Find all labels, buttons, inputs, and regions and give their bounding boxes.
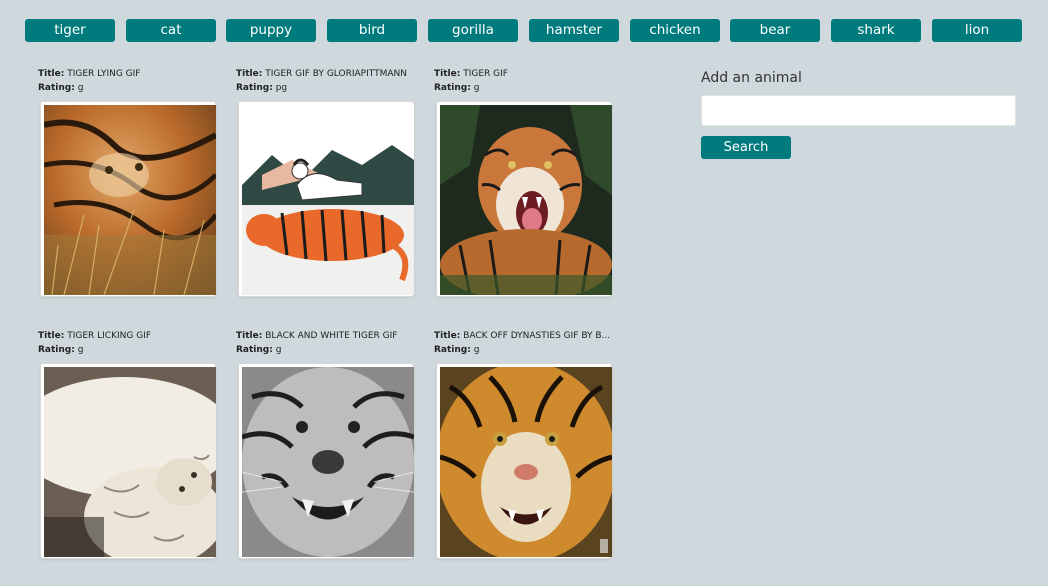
gif-frame[interactable] xyxy=(40,101,216,297)
gif-title: TIGER LYING GIF xyxy=(67,69,141,79)
gif-title-line: Title: TIGER GIF xyxy=(434,67,624,81)
animal-button-gorilla[interactable]: gorilla xyxy=(428,19,518,42)
gif-rating-line: Rating: g xyxy=(434,81,624,95)
animal-button-hamster[interactable]: hamster xyxy=(529,19,619,42)
add-animal-label: Add an animal xyxy=(701,70,802,86)
gif-frame[interactable] xyxy=(40,363,216,559)
gif-rating-line: Rating: g xyxy=(434,343,624,357)
gif-card: Title: TIGER LICKING GIF Rating: g xyxy=(38,329,228,569)
gif-title: BACK OFF DYNASTIES GIF BY B... xyxy=(463,331,611,341)
gif-title-line: Title: TIGER LYING GIF xyxy=(38,67,228,81)
gif-title-line: Title: TIGER GIF BY GLORIAPITTMANN xyxy=(236,67,426,81)
gif-title-label: Title: xyxy=(236,331,263,341)
gif-title-label: Title: xyxy=(434,69,461,79)
gif-card: Title: TIGER LYING GIF Rating: g xyxy=(38,67,228,307)
gif-title-line: Title: BLACK AND WHITE TIGER GIF xyxy=(236,329,426,343)
search-button[interactable]: Search xyxy=(701,136,791,159)
animal-button-bird[interactable]: bird xyxy=(327,19,417,42)
gif-card: Title: BLACK AND WHITE TIGER GIF Rating:… xyxy=(236,329,426,569)
gif-frame[interactable] xyxy=(238,101,414,297)
gif-rating: g xyxy=(77,345,84,355)
gif-card: Title: TIGER GIF BY GLORIAPITTMANN Ratin… xyxy=(236,67,426,307)
gif-rating: g xyxy=(473,83,480,93)
gif-image[interactable] xyxy=(44,367,216,557)
gif-rating-line: Rating: g xyxy=(236,343,426,357)
animal-button-shark[interactable]: shark xyxy=(831,19,921,42)
add-animal-input[interactable] xyxy=(701,95,1016,126)
gif-rating-line: Rating: g xyxy=(38,81,228,95)
gif-rating: g xyxy=(473,345,480,355)
gif-rating-label: Rating: xyxy=(38,83,75,93)
animal-button-puppy[interactable]: puppy xyxy=(226,19,316,42)
gif-rating-line: Rating: pg xyxy=(236,81,426,95)
gif-title: TIGER LICKING GIF xyxy=(67,331,152,341)
gif-card: Title: TIGER GIF Rating: g xyxy=(434,67,624,307)
gif-title-label: Title: xyxy=(38,69,65,79)
gif-title: TIGER GIF xyxy=(463,69,508,79)
gif-frame[interactable] xyxy=(436,101,612,297)
gif-rating-label: Rating: xyxy=(434,83,471,93)
gif-title: TIGER GIF BY GLORIAPITTMANN xyxy=(265,69,407,79)
gif-title: BLACK AND WHITE TIGER GIF xyxy=(265,331,398,341)
gif-image[interactable] xyxy=(242,367,414,557)
animal-button-lion[interactable]: lion xyxy=(932,19,1022,42)
animal-button-bar: tiger cat puppy bird gorilla hamster chi… xyxy=(25,19,1022,42)
gif-rating: g xyxy=(275,345,282,355)
gif-rating-label: Rating: xyxy=(236,83,273,93)
gif-image[interactable] xyxy=(44,105,216,295)
gif-rating: pg xyxy=(275,83,288,93)
gif-image[interactable] xyxy=(440,105,612,295)
gif-image[interactable] xyxy=(242,105,414,295)
gif-rating-line: Rating: g xyxy=(38,343,228,357)
animal-button-tiger[interactable]: tiger xyxy=(25,19,115,42)
gif-frame[interactable] xyxy=(238,363,414,559)
gif-frame[interactable] xyxy=(436,363,612,559)
gif-card: Title: BACK OFF DYNASTIES GIF BY B... Ra… xyxy=(434,329,624,569)
gif-title-line: Title: TIGER LICKING GIF xyxy=(38,329,228,343)
gif-rating-label: Rating: xyxy=(434,345,471,355)
gif-title-label: Title: xyxy=(38,331,65,341)
gif-title-label: Title: xyxy=(236,69,263,79)
gif-image[interactable] xyxy=(440,367,612,557)
gif-title-label: Title: xyxy=(434,331,461,341)
gif-rating-label: Rating: xyxy=(38,345,75,355)
animal-button-bear[interactable]: bear xyxy=(730,19,820,42)
gif-rating: g xyxy=(77,83,84,93)
gif-rating-label: Rating: xyxy=(236,345,273,355)
gif-title-line: Title: BACK OFF DYNASTIES GIF BY B... xyxy=(434,329,624,343)
animal-button-cat[interactable]: cat xyxy=(126,19,216,42)
animal-button-chicken[interactable]: chicken xyxy=(630,19,720,42)
